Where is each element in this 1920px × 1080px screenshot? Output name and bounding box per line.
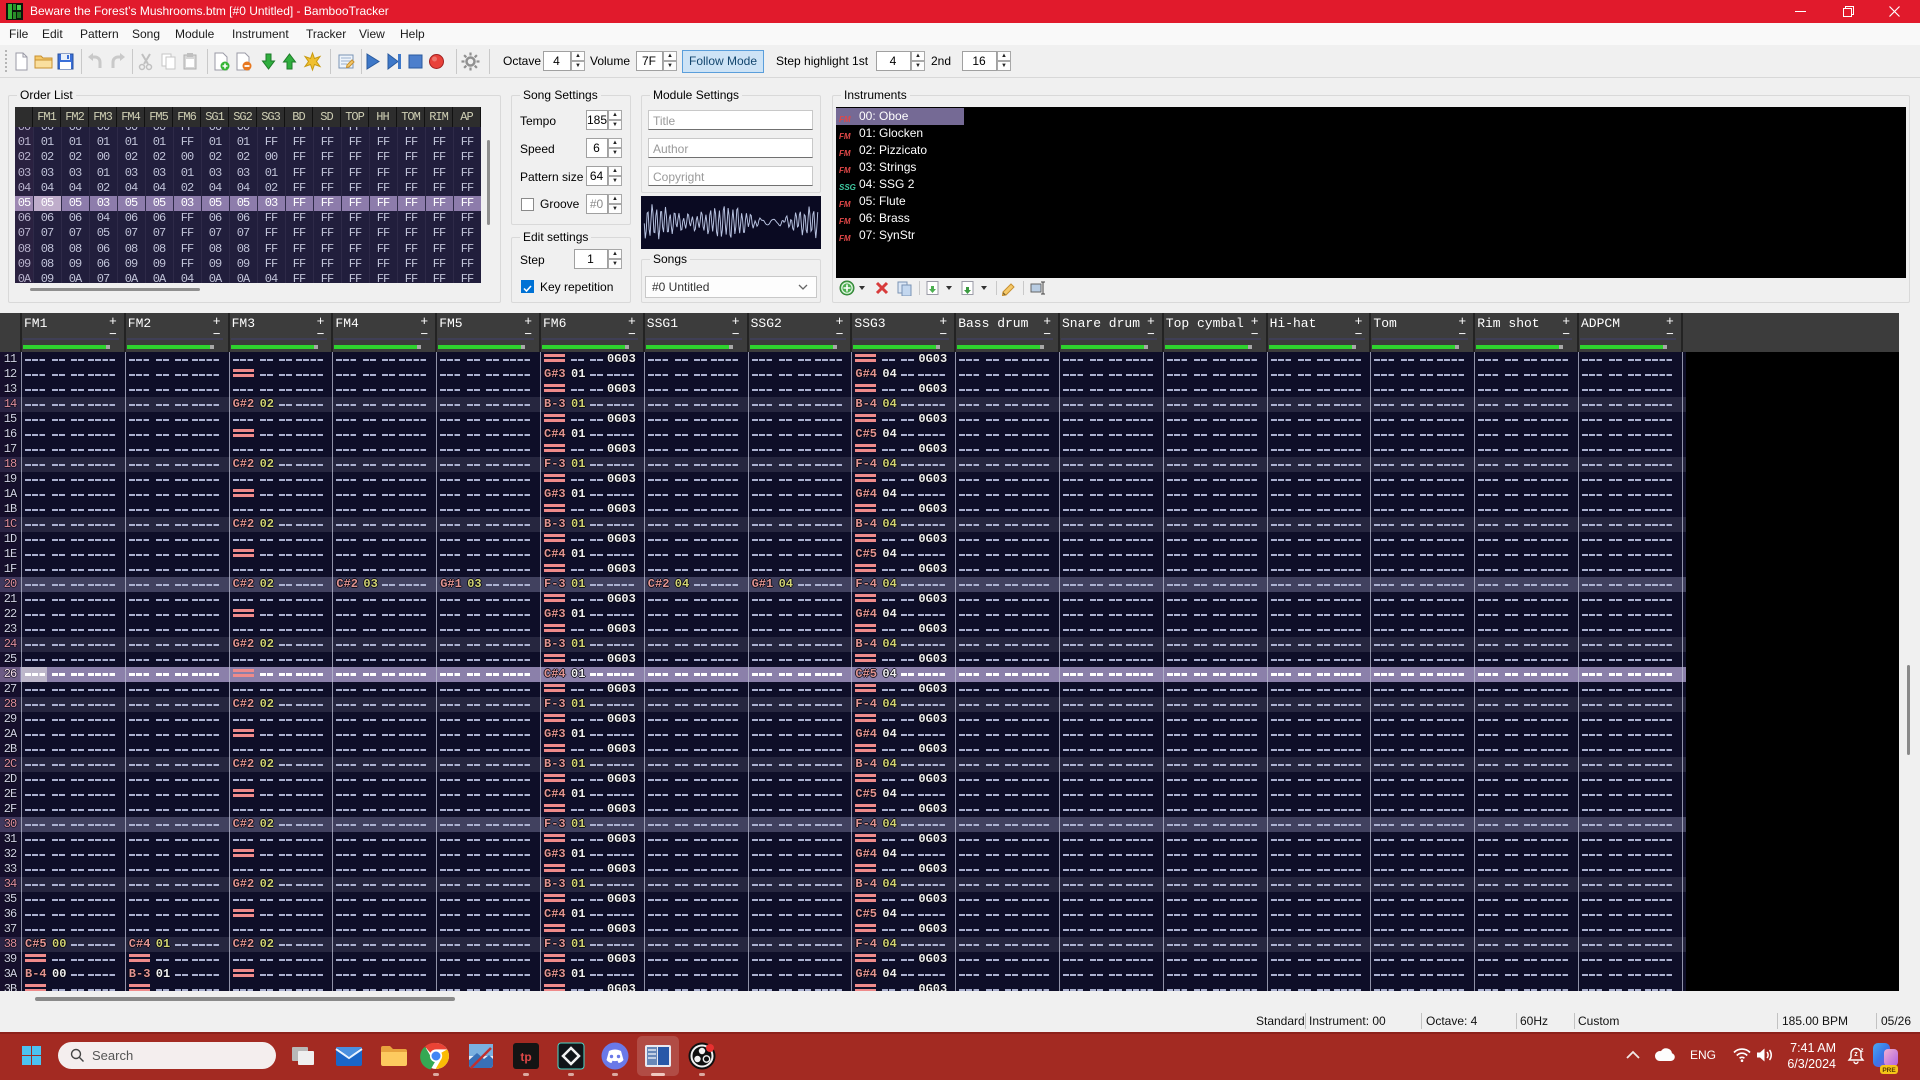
svg-text:z: z (1861, 1048, 1864, 1054)
svg-text:tp: tp (520, 1050, 531, 1064)
svg-text:z: z (1854, 1051, 1858, 1058)
svg-text:PRE: PRE (1882, 1067, 1896, 1074)
